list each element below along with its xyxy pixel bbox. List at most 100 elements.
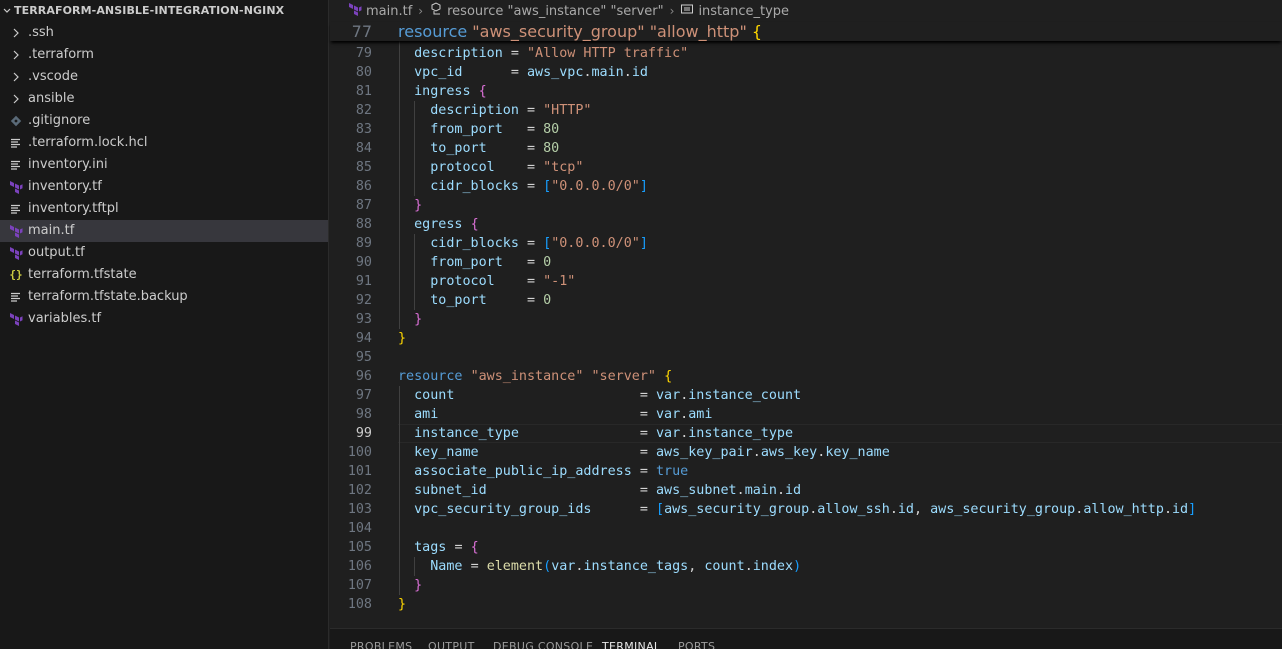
tree-file-terraform-lock-hcl[interactable]: .terraform.lock.hcl xyxy=(0,132,328,154)
tree-file-inventory-tf[interactable]: inventory.tf xyxy=(0,176,328,198)
breadcrumb-resource-label: resource "aws_instance" "server" xyxy=(447,3,664,19)
tree-folder-ansible[interactable]: ansible xyxy=(0,88,328,110)
tree-file-gitignore[interactable]: .gitignore xyxy=(0,110,328,132)
code-line[interactable]: 93 } xyxy=(330,310,1282,329)
code-line[interactable]: 82 description = "HTTP" xyxy=(330,101,1282,120)
sticky-line[interactable]: 77 resource "aws_security_group" "allow_h… xyxy=(330,22,1282,41)
code-text: vpc_security_group_ids = [aws_security_g… xyxy=(414,502,1197,517)
tree-item-label: main.tf xyxy=(28,223,75,238)
code-line[interactable]: 104 xyxy=(330,519,1282,538)
tree-file-inventory-ini[interactable]: inventory.ini xyxy=(0,154,328,176)
tree-folder-vscode[interactable]: .vscode xyxy=(0,66,328,88)
code-line[interactable]: 83 from_port = 80 xyxy=(330,120,1282,139)
indent-guide xyxy=(414,557,416,576)
tree-item-label: terraform.tfstate xyxy=(28,267,137,282)
line-number: 80 xyxy=(355,65,372,80)
panel-tab-debug-console[interactable]: DEBUG CONSOLE xyxy=(493,640,593,649)
breadcrumb-file[interactable]: main.tf xyxy=(348,2,412,20)
sticky-scroll-line[interactable]: 77 resource "aws_security_group" "allow_h… xyxy=(330,22,1282,41)
terraform-icon xyxy=(9,308,23,330)
indent-guide xyxy=(399,22,400,329)
code-line[interactable]: 84 to_port = 80 xyxy=(330,139,1282,158)
tree-item-label: inventory.tf xyxy=(28,179,102,194)
line-number: 106 xyxy=(347,559,372,574)
code-line[interactable]: 81 ingress { xyxy=(330,82,1282,101)
code-line[interactable]: 88 egress { xyxy=(330,215,1282,234)
line-number: 91 xyxy=(355,274,372,289)
line-number: 103 xyxy=(347,502,372,517)
code-text: resource "aws_instance" "server" { xyxy=(398,369,673,384)
tree-file-terraform-tfstate-backup[interactable]: terraform.tfstate.backup xyxy=(0,286,328,308)
chevron-down-icon xyxy=(2,0,12,22)
line-number: 81 xyxy=(355,84,372,99)
panel-tab-ports[interactable]: PORTS xyxy=(678,640,715,649)
code-line[interactable]: 87 } xyxy=(330,196,1282,215)
line-number: 90 xyxy=(355,255,372,270)
tree-folder-terraform[interactable]: .terraform xyxy=(0,44,328,66)
tree-folder-ssh[interactable]: .ssh xyxy=(0,22,328,44)
tree-item-label: .vscode xyxy=(28,69,78,84)
code-editor[interactable]: 78 name = "allow_http"79 description = "… xyxy=(330,22,1282,628)
line-number: 101 xyxy=(347,464,372,479)
code-line[interactable]: 94} xyxy=(330,329,1282,348)
code-text: } xyxy=(414,312,423,327)
code-line[interactable]: 103 vpc_security_group_ids = [aws_securi… xyxy=(330,500,1282,519)
tree-file-variables-tf[interactable]: variables.tf xyxy=(0,308,328,330)
code-text: cidr_blocks = ["0.0.0.0/0"] xyxy=(430,236,648,251)
code-line[interactable]: 105 tags = { xyxy=(330,538,1282,557)
code-text: count = var.instance_count xyxy=(414,388,802,403)
code-line[interactable]: 100 key_name = aws_key_pair.aws_key.key_… xyxy=(330,443,1282,462)
code-line[interactable]: 89 cidr_blocks = ["0.0.0.0/0"] xyxy=(330,234,1282,253)
terraform-icon xyxy=(9,220,23,242)
code-line[interactable]: 98 ami = var.ami xyxy=(330,405,1282,424)
code-text: from_port = 0 xyxy=(430,255,552,270)
tree-file-output-tf[interactable]: output.tf xyxy=(0,242,328,264)
code-line[interactable]: 106 Name = element(var.instance_tags, co… xyxy=(330,557,1282,576)
panel-tab-problems[interactable]: PROBLEMS xyxy=(350,640,412,649)
panel-tab-terminal[interactable]: TERMINAL xyxy=(602,640,660,649)
code-line[interactable]: 91 protocol = "-1" xyxy=(330,272,1282,291)
code-line[interactable]: 97 count = var.instance_count xyxy=(330,386,1282,405)
breadcrumb-field[interactable]: instance_type xyxy=(680,2,789,20)
symbol-field-icon xyxy=(680,2,694,20)
line-number: 85 xyxy=(355,160,372,175)
code-line[interactable]: 108} xyxy=(330,595,1282,614)
indent-guide xyxy=(414,234,416,310)
code-text: tags = { xyxy=(414,540,479,555)
panel-tab-output[interactable]: OUTPUT xyxy=(428,640,475,649)
code-line[interactable]: 90 from_port = 0 xyxy=(330,253,1282,272)
tree-file-inventory-tftpl[interactable]: inventory.tftpl xyxy=(0,198,328,220)
code-line[interactable]: 96 resource "aws_instance" "server" { xyxy=(330,367,1282,386)
code-text: associate_public_ip_address = true xyxy=(414,464,689,479)
code-line[interactable]: 107 } xyxy=(330,576,1282,595)
code-line[interactable]: 79 description = "Allow HTTP traffic" xyxy=(330,44,1282,63)
tree-file-terraform-tfstate[interactable]: {} terraform.tfstate xyxy=(0,264,328,286)
code-line[interactable]: 80 vpc_id = aws_vpc.main.id xyxy=(330,63,1282,82)
tree-item-label: ansible xyxy=(28,91,75,106)
code-line[interactable]: 102 subnet_id = aws_subnet.main.id xyxy=(330,481,1282,500)
line-number: 107 xyxy=(347,578,372,593)
breadcrumb-resource[interactable]: resource "aws_instance" "server" xyxy=(429,2,664,20)
terraform-icon xyxy=(9,242,23,264)
tree-file-main-tf[interactable]: main.tf xyxy=(0,220,328,242)
code-text: description = "Allow HTTP traffic" xyxy=(414,46,689,61)
code-text: Name = element(var.instance_tags, count.… xyxy=(430,559,802,574)
code-line[interactable]: 92 to_port = 0 xyxy=(330,291,1282,310)
code-text: ingress { xyxy=(414,84,487,99)
tree-item-label: inventory.tftpl xyxy=(28,201,119,216)
explorer-folder-title[interactable]: TERRAFORM-ANSIBLE-INTEGRATION-NGINX xyxy=(0,0,328,22)
code-line[interactable]: 85 protocol = "tcp" xyxy=(330,158,1282,177)
line-number: 97 xyxy=(355,388,372,403)
code-text: vpc_id = aws_vpc.main.id xyxy=(414,65,648,80)
code-line[interactable]: 101 associate_public_ip_address = true xyxy=(330,462,1282,481)
chevron-right-icon: › xyxy=(669,4,675,18)
lines-icon xyxy=(9,154,23,176)
terraform-icon xyxy=(348,2,362,20)
code-text: to_port = 0 xyxy=(430,293,552,308)
code-line[interactable]: 95 xyxy=(330,348,1282,367)
git-icon xyxy=(9,110,23,132)
line-number: 99 xyxy=(355,426,372,441)
line-number: 104 xyxy=(347,521,372,536)
code-line[interactable]: 86 cidr_blocks = ["0.0.0.0/0"] xyxy=(330,177,1282,196)
code-line[interactable]: 99 instance_type = var.instance_type xyxy=(330,424,1282,443)
